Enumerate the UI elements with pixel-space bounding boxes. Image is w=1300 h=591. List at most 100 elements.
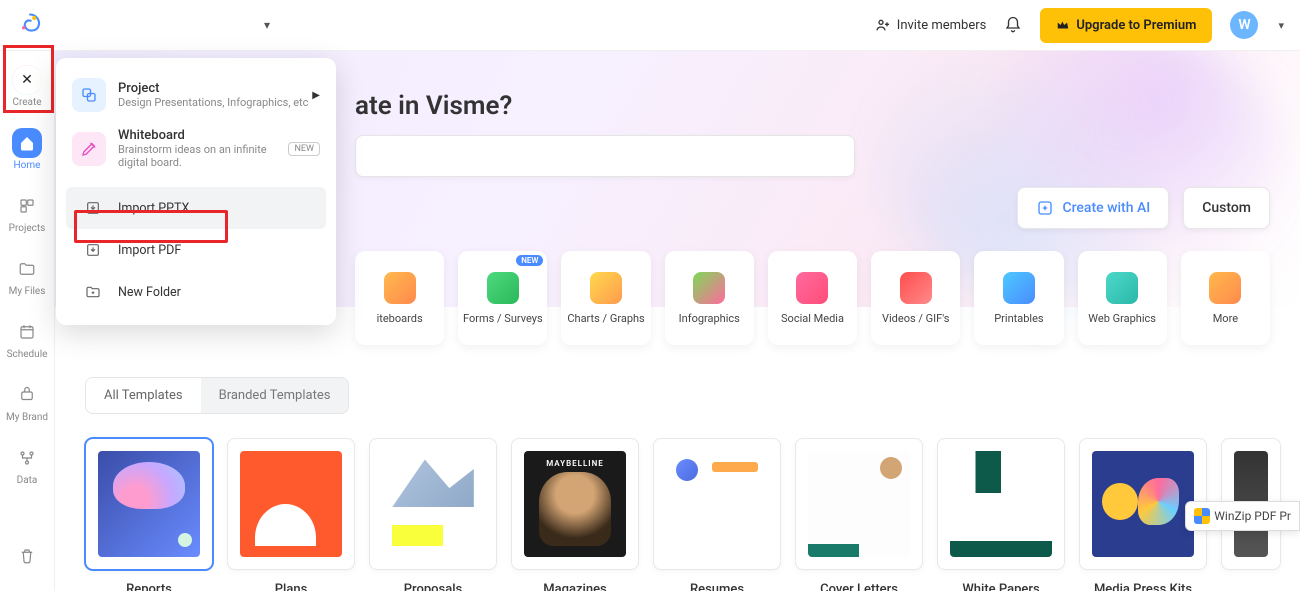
template-thumbnail xyxy=(795,438,923,570)
category-tile[interactable]: Web Graphics xyxy=(1078,251,1167,345)
template-card[interactable]: Proposals 8.5" X 11" xyxy=(369,438,497,591)
category-icon xyxy=(384,272,416,304)
action-label: Import PPTX xyxy=(118,201,189,216)
winzip-badge[interactable]: WinZip PDF Pr xyxy=(1185,501,1300,531)
winzip-label: WinZip PDF Pr xyxy=(1214,509,1291,523)
sidebar-label: My Files xyxy=(9,286,46,297)
category-label: Web Graphics xyxy=(1088,312,1156,325)
popup-title: Project xyxy=(118,81,308,96)
avatar[interactable]: W xyxy=(1230,11,1258,39)
action-label: Import PDF xyxy=(118,243,181,258)
create-popup: Project Design Presentations, Infographi… xyxy=(56,58,336,325)
sidebar-item-mybrand[interactable]: My Brand xyxy=(5,372,49,431)
whiteboard-icon xyxy=(72,132,106,166)
category-icon xyxy=(1003,272,1035,304)
action-label: New Folder xyxy=(118,285,181,300)
chevron-down-icon[interactable]: ▾ xyxy=(1278,19,1284,32)
category-tile[interactable]: Charts / Graphs xyxy=(561,251,650,345)
template-thumbnail: MAYBELLINE xyxy=(511,438,639,570)
hero-title: ate in Visme? xyxy=(355,91,1270,121)
ai-plus-icon xyxy=(1036,199,1054,217)
template-tabs: All Templates Branded Templates xyxy=(85,377,349,414)
sidebar-label: Data xyxy=(17,475,38,486)
category-label: Charts / Graphs xyxy=(567,312,644,325)
template-thumbnail xyxy=(653,438,781,570)
category-tile[interactable]: Printables xyxy=(974,251,1063,345)
category-icon xyxy=(1209,272,1241,304)
search-input[interactable] xyxy=(355,135,855,177)
category-icon xyxy=(487,272,519,304)
templates-area: All Templates Branded Templates Reports … xyxy=(55,307,1300,591)
popup-item-whiteboard[interactable]: Whiteboard Brainstorm ideas on an infini… xyxy=(56,120,336,177)
template-card[interactable]: White Papers 8.5" X 11" xyxy=(937,438,1065,591)
template-row: Reports 8.5" X 11" Plans 8.5" X 11" Prop… xyxy=(85,438,1270,591)
category-tile[interactable]: Social Media xyxy=(768,251,857,345)
popup-action-import-pdf[interactable]: Import PDF xyxy=(66,229,326,271)
category-row: iteboards NEW Forms / Surveys Charts / G… xyxy=(355,251,1270,345)
category-tile[interactable]: More xyxy=(1181,251,1270,345)
category-icon xyxy=(1106,272,1138,304)
custom-button[interactable]: Custom xyxy=(1183,187,1270,229)
category-label: Videos / GIF's xyxy=(882,312,949,325)
brand-icon xyxy=(18,386,36,404)
tab-branded-templates[interactable]: Branded Templates xyxy=(201,378,349,413)
category-label: Social Media xyxy=(781,312,844,325)
import-icon xyxy=(82,197,104,219)
data-icon xyxy=(18,449,36,467)
app-logo[interactable] xyxy=(16,11,44,39)
template-name: Reports xyxy=(126,582,172,591)
template-card[interactable]: Plans 8.5" X 11" xyxy=(227,438,355,591)
sidebar-item-projects[interactable]: Projects xyxy=(5,183,49,242)
create-with-ai-button[interactable]: Create with AI xyxy=(1017,187,1169,229)
sidebar-label: Create xyxy=(12,97,41,108)
crown-icon xyxy=(1056,18,1070,32)
template-card[interactable]: Reports 8.5" X 11" xyxy=(85,438,213,591)
winzip-icon xyxy=(1194,508,1210,524)
new-badge: NEW xyxy=(516,255,543,266)
upgrade-premium-button[interactable]: Upgrade to Premium xyxy=(1040,8,1212,43)
template-thumbnail xyxy=(937,438,1065,570)
template-name: Cover Letters xyxy=(820,582,898,591)
sidebar-label: My Brand xyxy=(6,412,48,423)
popup-subtitle: Design Presentations, Infographics, etc xyxy=(118,96,308,109)
category-label: Printables xyxy=(994,312,1043,325)
category-icon xyxy=(900,272,932,304)
sidebar-item-create[interactable]: ✕ Create xyxy=(5,57,49,116)
chevron-right-icon: ▶ xyxy=(312,90,320,101)
user-plus-icon xyxy=(875,17,891,33)
workspace-dropdown[interactable]: ▾ xyxy=(264,18,270,32)
template-thumbnail xyxy=(227,438,355,570)
sidebar-item-home[interactable]: Home xyxy=(5,120,49,179)
template-name: Plans xyxy=(275,582,308,591)
category-icon xyxy=(693,272,725,304)
category-label: Forms / Surveys xyxy=(463,312,543,325)
category-tile[interactable]: Videos / GIF's xyxy=(871,251,960,345)
topbar: ▾ Invite members Upgrade to Premium W ▾ xyxy=(0,0,1300,51)
projects-icon xyxy=(18,197,36,215)
tab-all-templates[interactable]: All Templates xyxy=(86,378,201,413)
invite-members-button[interactable]: Invite members xyxy=(875,17,987,33)
category-tile[interactable]: Infographics xyxy=(665,251,754,345)
sidebar-label: Projects xyxy=(9,223,46,234)
template-card[interactable]: Resumes 8.5" X 11" xyxy=(653,438,781,591)
sidebar: ✕ Create Home Projects My Files Schedule… xyxy=(0,51,55,591)
sidebar-item-schedule[interactable]: Schedule xyxy=(5,309,49,368)
category-tile[interactable]: iteboards xyxy=(355,251,444,345)
category-icon xyxy=(590,272,622,304)
popup-item-project[interactable]: Project Design Presentations, Infographi… xyxy=(56,70,336,120)
popup-action-new-folder[interactable]: New Folder xyxy=(66,271,326,313)
sidebar-item-trash[interactable] xyxy=(5,533,49,581)
bell-icon[interactable] xyxy=(1004,16,1022,34)
popup-action-import-pptx[interactable]: Import PPTX xyxy=(66,187,326,229)
category-tile[interactable]: NEW Forms / Surveys xyxy=(458,251,547,345)
category-label: More xyxy=(1213,312,1238,325)
template-card[interactable]: MAYBELLINE Magazines 8.5" X 11" xyxy=(511,438,639,591)
folder-plus-icon xyxy=(82,281,104,303)
sidebar-item-myfiles[interactable]: My Files xyxy=(5,246,49,305)
template-card[interactable]: Cover Letters 8.5" X 11" xyxy=(795,438,923,591)
invite-label: Invite members xyxy=(897,18,987,33)
sidebar-item-data[interactable]: Data xyxy=(5,435,49,494)
import-icon xyxy=(82,239,104,261)
sidebar-label: Schedule xyxy=(7,349,48,360)
template-thumbnail xyxy=(85,438,213,570)
